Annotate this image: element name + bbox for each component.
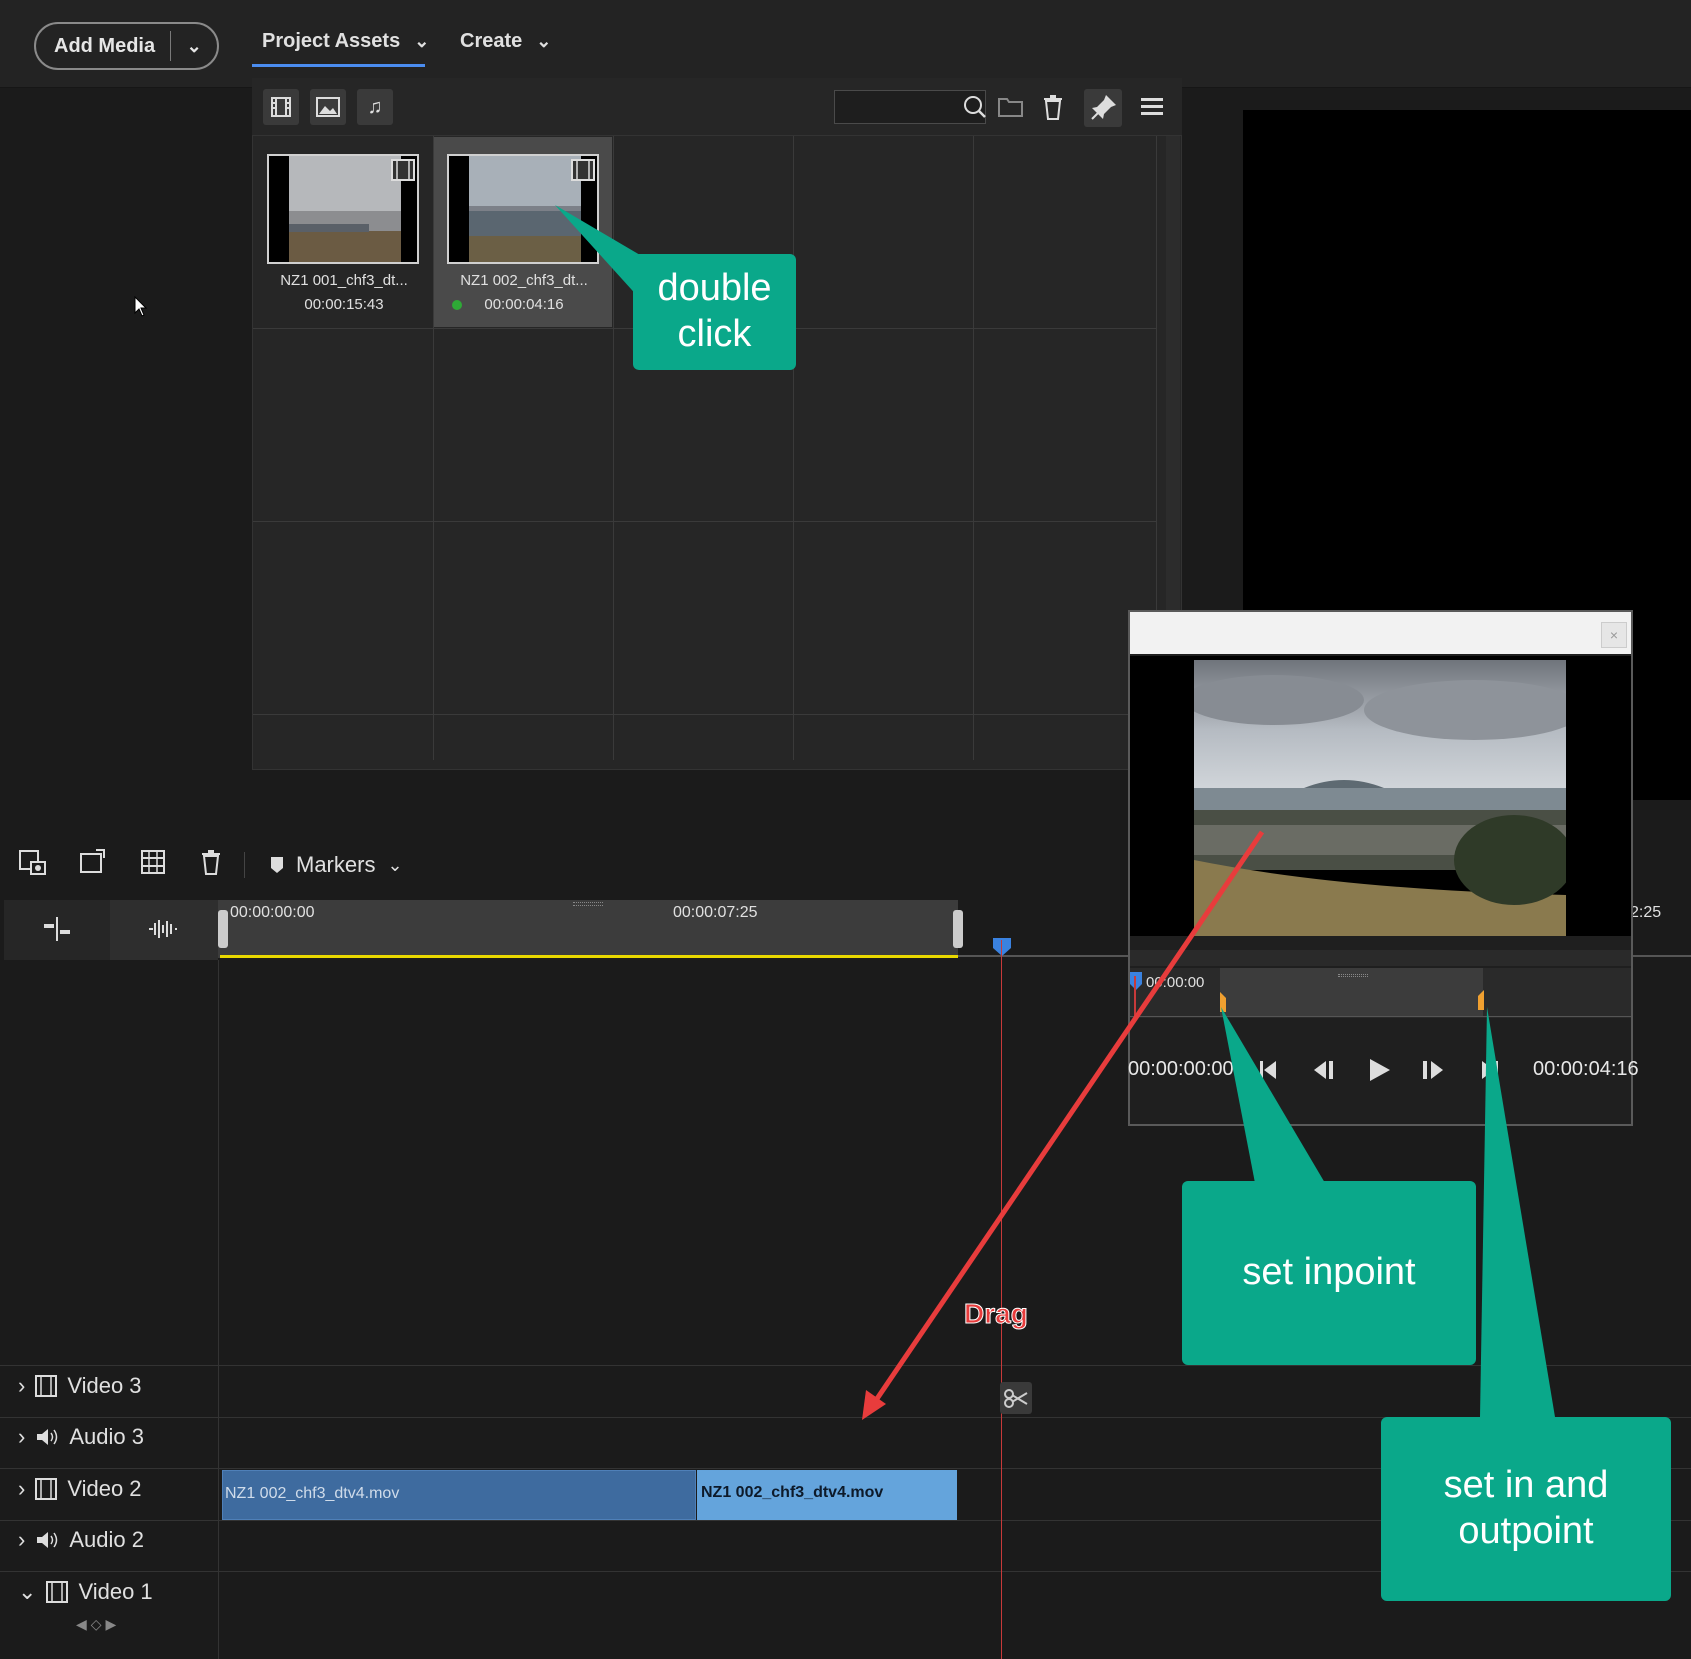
- asset-item[interactable]: NZ1 001_chf3_dt... 00:00:15:43: [254, 137, 433, 327]
- chevron-right-icon[interactable]: ›: [18, 1373, 25, 1399]
- trash-icon[interactable]: [1042, 94, 1064, 120]
- pin-button[interactable]: [1084, 89, 1122, 127]
- pin-icon: [1091, 95, 1116, 120]
- close-icon[interactable]: ×: [1601, 622, 1627, 648]
- track-name: Audio 3: [69, 1424, 144, 1449]
- callout-pointer: [1221, 1007, 1325, 1183]
- add-media-button[interactable]: Add Media ⌄: [34, 22, 219, 70]
- timeline-ruler[interactable]: [218, 900, 958, 958]
- step-forward-icon[interactable]: [1419, 1058, 1447, 1082]
- marker-icon: [271, 857, 283, 873]
- grid-divider: [253, 521, 1157, 522]
- track-name: Audio 2: [69, 1527, 144, 1552]
- track-name: Video 2: [67, 1476, 142, 1501]
- callout-set-inpoint: set inpoint: [1182, 1181, 1476, 1365]
- ruler-grip[interactable]: [573, 902, 603, 906]
- play-icon[interactable]: [1366, 1056, 1392, 1084]
- filter-video-icon[interactable]: [263, 89, 299, 125]
- video-track-icon: [35, 1478, 58, 1500]
- asset-duration: 00:00:15:43: [304, 296, 384, 313]
- chevron-down-icon[interactable]: ⌄: [18, 1579, 36, 1605]
- timeline-clip-selected[interactable]: NZ1 002_chf3_dtv4.mov: [697, 1470, 957, 1520]
- keyframe-nav[interactable]: ◀◇▶: [76, 1616, 120, 1633]
- grid-divider: [973, 136, 974, 760]
- chevron-down-icon: ⌄: [536, 31, 552, 51]
- top-bar: [0, 0, 1691, 88]
- cursor-icon: [134, 296, 148, 317]
- track-audio-3[interactable]: › Audio 3: [18, 1424, 144, 1450]
- trash-icon[interactable]: [200, 849, 222, 875]
- menu-icon[interactable]: [1140, 96, 1164, 118]
- track-name: Video 3: [67, 1373, 142, 1398]
- track-video-2[interactable]: › Video 2: [18, 1476, 142, 1502]
- add-media-label: Add Media: [54, 34, 156, 57]
- capture-icon[interactable]: [19, 850, 47, 876]
- chevron-right-icon[interactable]: ›: [18, 1476, 25, 1502]
- tab-project-assets-label: Project Assets: [262, 30, 401, 52]
- track-name: Video 1: [78, 1579, 153, 1604]
- tab-create-label: Create: [460, 30, 523, 52]
- ruler-timecode-mid: 00:00:07:25: [673, 904, 758, 921]
- snap-icon[interactable]: [42, 916, 72, 942]
- work-area-start-handle[interactable]: [218, 910, 228, 948]
- asset-name: NZ1 001_chf3_dt...: [280, 272, 408, 289]
- ruler-timecode-start: 00:00:00:00: [230, 904, 315, 921]
- audio-waveform-icon[interactable]: [148, 918, 178, 940]
- preview-title-bar[interactable]: [1130, 612, 1631, 654]
- video-type-icon: [391, 159, 415, 181]
- chevron-down-icon: ⌄: [387, 854, 403, 875]
- chevron-down-icon: ⌄: [414, 31, 430, 51]
- filter-audio-icon[interactable]: ♫: [357, 89, 393, 125]
- new-folder-icon[interactable]: [998, 96, 1024, 118]
- tab-create[interactable]: Create ⌄: [460, 30, 551, 53]
- ruler-timecode-right: 2:25: [1630, 904, 1662, 921]
- track-audio-2[interactable]: › Audio 2: [18, 1527, 144, 1553]
- callout-set-in-out: set in and outpoint: [1381, 1417, 1671, 1601]
- speaker-icon: [37, 1429, 58, 1445]
- scrub-grip[interactable]: [1338, 974, 1368, 977]
- track-separator: [0, 1365, 1691, 1366]
- drag-annotation: Drag: [964, 1298, 1029, 1330]
- markers-label: Markers: [296, 852, 376, 877]
- callout-double-click: double click: [633, 254, 796, 370]
- callout-pointer: [1480, 1007, 1555, 1417]
- work-area-bar: [220, 955, 958, 958]
- rotate-icon[interactable]: [80, 849, 108, 875]
- video-track-icon: [46, 1581, 69, 1603]
- chevron-right-icon[interactable]: ›: [18, 1527, 25, 1553]
- active-tab-indicator: [252, 64, 425, 67]
- track-video-3[interactable]: › Video 3: [18, 1373, 142, 1399]
- chevron-right-icon[interactable]: ›: [18, 1424, 25, 1450]
- track-video-1[interactable]: ⌄ Video 1: [18, 1579, 153, 1605]
- speaker-icon: [37, 1532, 58, 1548]
- video-type-icon: [571, 159, 595, 181]
- storyboard-icon[interactable]: [141, 850, 165, 874]
- grid-divider: [253, 714, 1157, 715]
- video-track-icon: [35, 1375, 58, 1397]
- markers-dropdown[interactable]: Markers ⌄: [270, 852, 403, 878]
- grid-divider: [793, 136, 794, 760]
- tab-project-assets[interactable]: Project Assets ⌄: [262, 30, 429, 53]
- search-icon[interactable]: [963, 95, 987, 119]
- timeline-clip[interactable]: NZ1 002_chf3_dtv4.mov: [222, 1470, 696, 1520]
- chevron-down-icon[interactable]: ⌄: [171, 36, 217, 57]
- filter-image-icon[interactable]: [310, 89, 346, 125]
- divider: [244, 852, 245, 878]
- track-headers: [0, 960, 219, 1659]
